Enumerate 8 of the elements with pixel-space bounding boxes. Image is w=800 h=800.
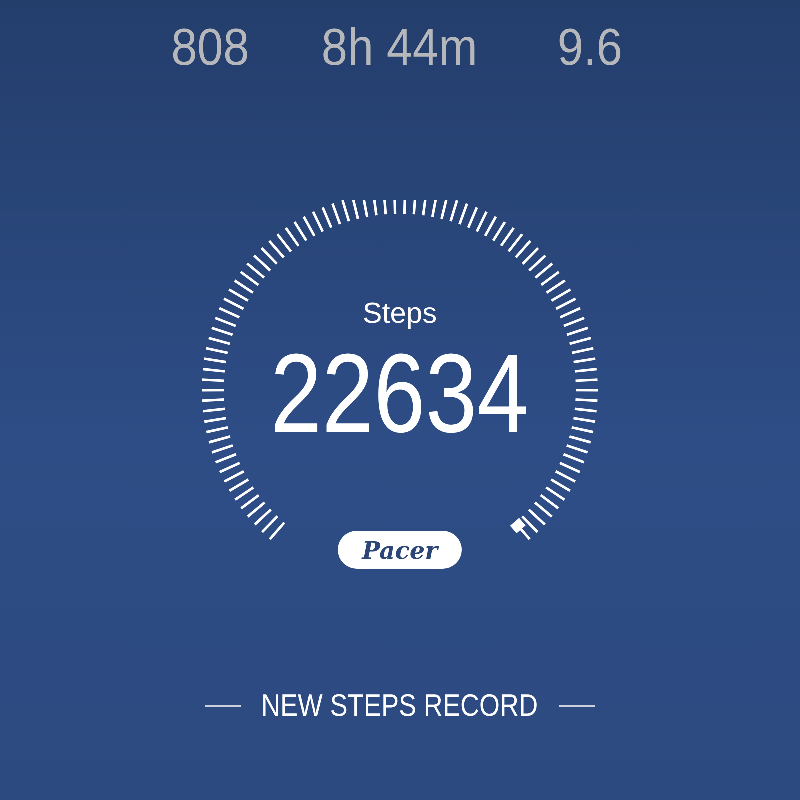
stat-value: 8h 44m [322, 18, 478, 78]
brand-logo: Pacer [338, 531, 462, 569]
gauge-label: Steps [362, 298, 438, 330]
level-marker [510, 518, 526, 534]
record-title: NEW STEPS RECORD [262, 688, 538, 724]
stat-value: 9.6 [557, 18, 623, 78]
stat-value: 808 [170, 18, 250, 78]
step-count: 22634 [270, 332, 530, 456]
